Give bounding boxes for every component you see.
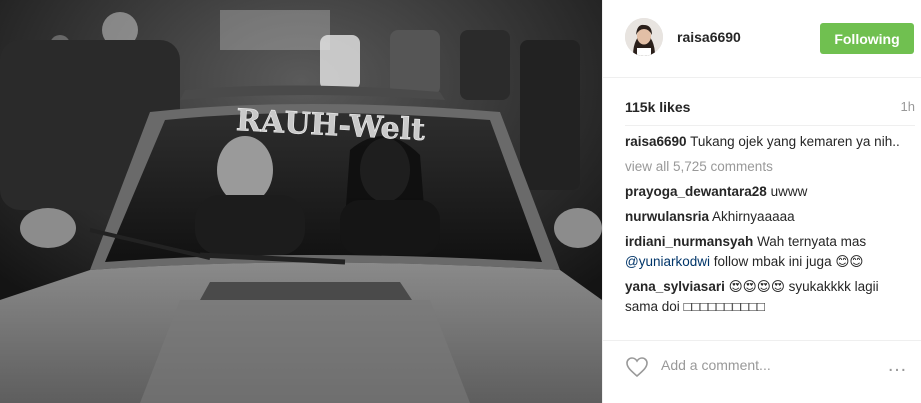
comment-bar: Add a comment... …: [603, 340, 921, 403]
comment-username[interactable]: yana_sylviasari: [625, 279, 725, 294]
comment-text: follow mbak ini juga 😊😊: [713, 254, 864, 269]
add-comment-input[interactable]: Add a comment...: [661, 357, 771, 373]
comment-item: yana_sylviasari 😍😍😍😍 syukakkkk lagii sam…: [625, 277, 915, 317]
caption: raisa6690 Tukang ojek yang kemaren ya ni…: [625, 132, 915, 152]
comment-item: prayoga_dewantara28 uwww: [625, 182, 915, 202]
view-all-comments-link[interactable]: view all 5,725 comments: [625, 157, 915, 177]
avatar-image: [625, 18, 663, 56]
comment-username[interactable]: prayoga_dewantara28: [625, 184, 767, 199]
comment-text: Wah ternyata mas: [757, 234, 867, 249]
likes-count[interactable]: 115k likes: [625, 99, 690, 115]
comments-list: raisa6690 Tukang ojek yang kemaren ya ni…: [625, 132, 915, 317]
post-header: raisa6690 Following: [603, 0, 921, 78]
comment-item: irdiani_nurmansyah Wah ternyata mas @yun…: [625, 232, 915, 272]
caption-text: Tukang ojek yang kemaren ya nih..: [690, 134, 900, 149]
comment-item: nurwulansria Akhirnyaaaaa: [625, 207, 915, 227]
instagram-post: RAUH-Welt raisa6690 Following 115k likes…: [0, 0, 921, 403]
heart-outline-icon[interactable]: [625, 355, 649, 379]
comment-mention-link[interactable]: @yuniarkodwi: [625, 254, 710, 269]
comment-text: uwww: [770, 184, 808, 199]
car-photo-image: RAUH-Welt: [0, 0, 602, 403]
post-side-panel: raisa6690 Following 115k likes 1h raisa6…: [602, 0, 921, 403]
more-options-icon[interactable]: …: [887, 355, 908, 375]
following-button[interactable]: Following: [820, 23, 914, 54]
caption-username[interactable]: raisa6690: [625, 134, 687, 149]
author-avatar[interactable]: [625, 18, 663, 56]
comment-text: Akhirnyaaaaa: [712, 209, 795, 224]
post-photo[interactable]: RAUH-Welt: [0, 0, 602, 403]
likes-row: 115k likes 1h: [625, 97, 915, 117]
author-username[interactable]: raisa6690: [677, 29, 741, 45]
divider: [625, 125, 915, 126]
post-timestamp[interactable]: 1h: [901, 99, 915, 114]
comment-username[interactable]: irdiani_nurmansyah: [625, 234, 753, 249]
comment-username[interactable]: nurwulansria: [625, 209, 709, 224]
